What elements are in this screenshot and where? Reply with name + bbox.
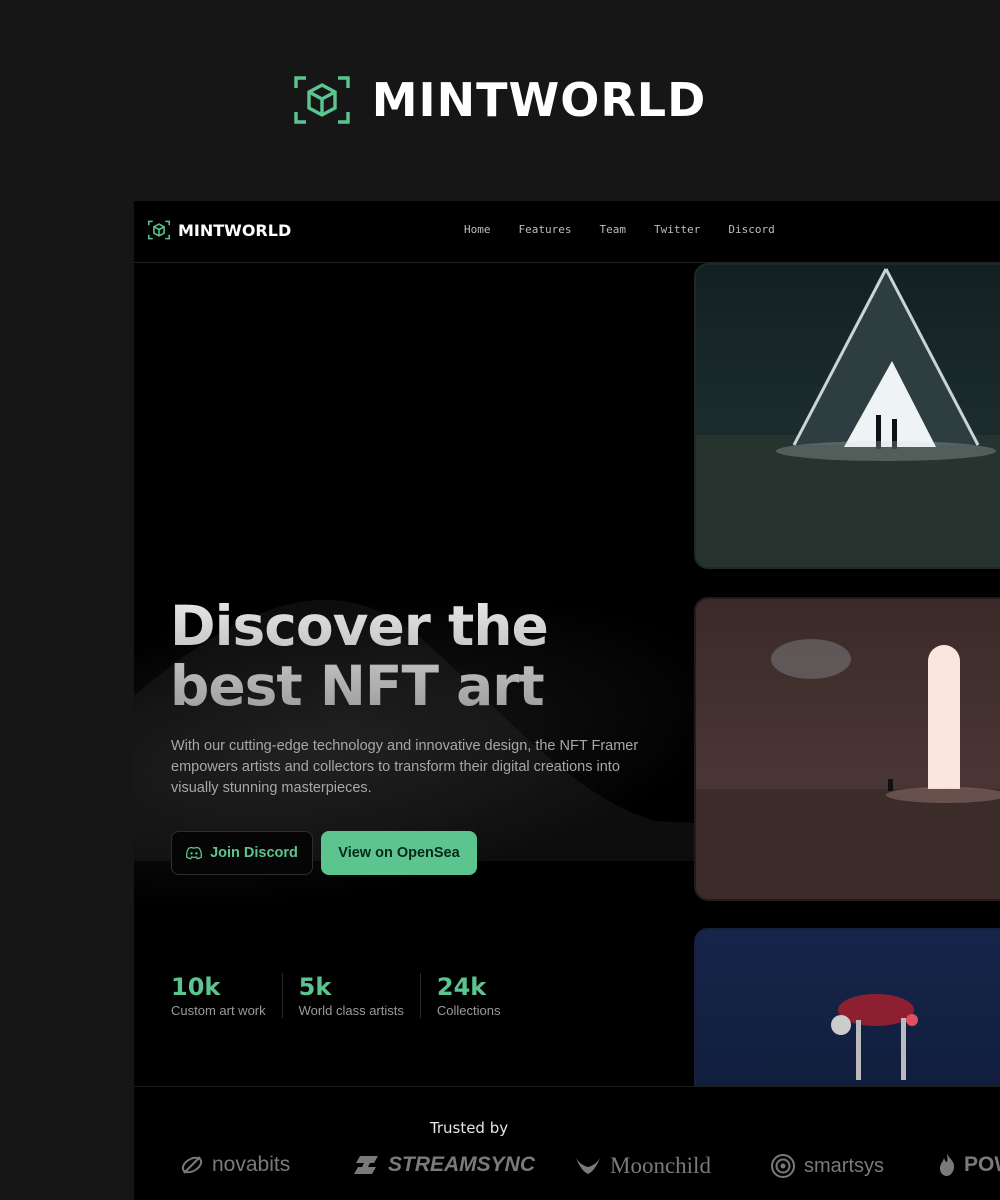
nav-link-features[interactable]: Features (519, 223, 572, 236)
brand-moonchild-label: Moonchild (610, 1153, 711, 1178)
cube-logo-icon (294, 76, 350, 124)
nav-link-home[interactable]: Home (464, 223, 491, 236)
leaf-icon (181, 1156, 203, 1174)
hero-title: Discover the best NFT art (170, 596, 630, 716)
view-opensea-button[interactable]: View on OpenSea (321, 831, 477, 875)
nav-logo[interactable]: MINTWORLD (148, 220, 291, 240)
brand-novabits-label: novabits (212, 1153, 291, 1176)
stat-value: 24k (436, 973, 487, 1001)
nav-logo-text: MINTWORLD (178, 220, 292, 240)
brand-streamsync-label: STREAMSYNC (388, 1153, 536, 1176)
cube-logo-icon (148, 220, 170, 240)
brand-smartsys-label: smartsys (804, 1154, 884, 1177)
art-image-triangle-portal (696, 268, 1000, 567)
brand-pow: POW (938, 1153, 1000, 1177)
art-card-doorway[interactable] (694, 597, 1000, 901)
top-nav: MINTWORLD Home Features Team Twitter Dis… (134, 201, 1000, 263)
join-discord-button[interactable]: Join Discord (171, 831, 313, 875)
moon-wings-icon (576, 1158, 600, 1174)
stats: 10k Custom art work 5k World class artis… (171, 973, 532, 1018)
art-card-triangle[interactable] (694, 263, 1000, 569)
discord-icon (186, 846, 203, 860)
nav-link-discord[interactable]: Discord (728, 223, 774, 236)
stat-item: 10k Custom art work (171, 973, 283, 1018)
hero-title-line-1: Discover the (170, 594, 548, 658)
stat-value: 5k (298, 973, 332, 1001)
spiral-icon (771, 1154, 795, 1178)
view-opensea-label: View on OpenSea (338, 845, 460, 861)
stat-item: 5k World class artists (299, 973, 421, 1018)
trusted-by-label: Trusted by (429, 1119, 509, 1137)
hero-description: With our cutting-edge technology and inn… (171, 738, 639, 796)
brand-streamsync: STREAMSYNC (354, 1153, 535, 1177)
stat-item: 24k Collections (437, 973, 517, 1018)
join-discord-label: Join Discord (210, 845, 298, 861)
stat-label: Collections (436, 1003, 501, 1018)
hero-title-line-2: best NFT art (170, 654, 544, 718)
stat-value: 10k (171, 973, 221, 1001)
brand-pow-label: POW (964, 1153, 1000, 1176)
nav-link-twitter[interactable]: Twitter (654, 223, 700, 236)
stat-label: Custom art work (171, 1003, 266, 1018)
site-preview: MINTWORLD Home Features Team Twitter Dis… (134, 201, 1000, 1200)
hero-logo-text: MINTWORLD (371, 73, 707, 127)
brand-novabits: novabits (180, 1153, 290, 1177)
brand-smartsys: smartsys (770, 1153, 884, 1179)
hero-logo: MINTWORLD (0, 0, 1000, 200)
trusted-by-section: Trusted by novabits STREAMSYNC Moonchild (134, 1086, 1000, 1200)
nav-link-team[interactable]: Team (599, 223, 626, 236)
nav-links: Home Features Team Twitter Discord (464, 223, 775, 236)
art-image-glowing-doorway (696, 639, 1000, 899)
brand-moonchild: Moonchild (574, 1153, 711, 1179)
flame-icon (940, 1154, 955, 1176)
streamsync-logo-icon (354, 1156, 378, 1174)
stat-label: World class artists (298, 1003, 404, 1018)
